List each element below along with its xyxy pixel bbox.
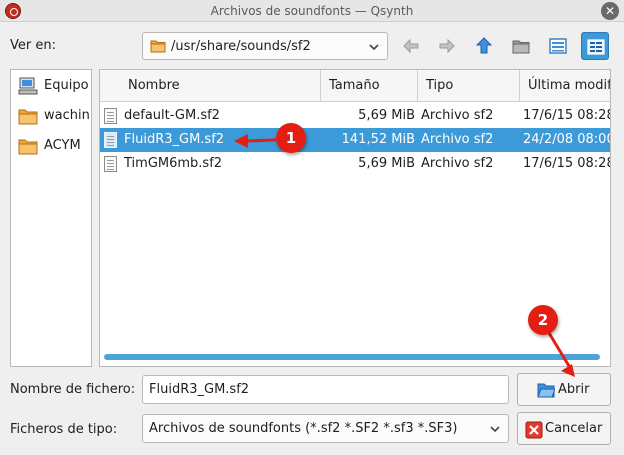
- annotation-arrow-1: [234, 134, 277, 148]
- annotation-badge-1: 1: [276, 123, 306, 153]
- annotation-badge-2: 2: [528, 305, 558, 335]
- annotation-arrow-2: [547, 332, 575, 377]
- annotation-arrows: [234, 134, 575, 377]
